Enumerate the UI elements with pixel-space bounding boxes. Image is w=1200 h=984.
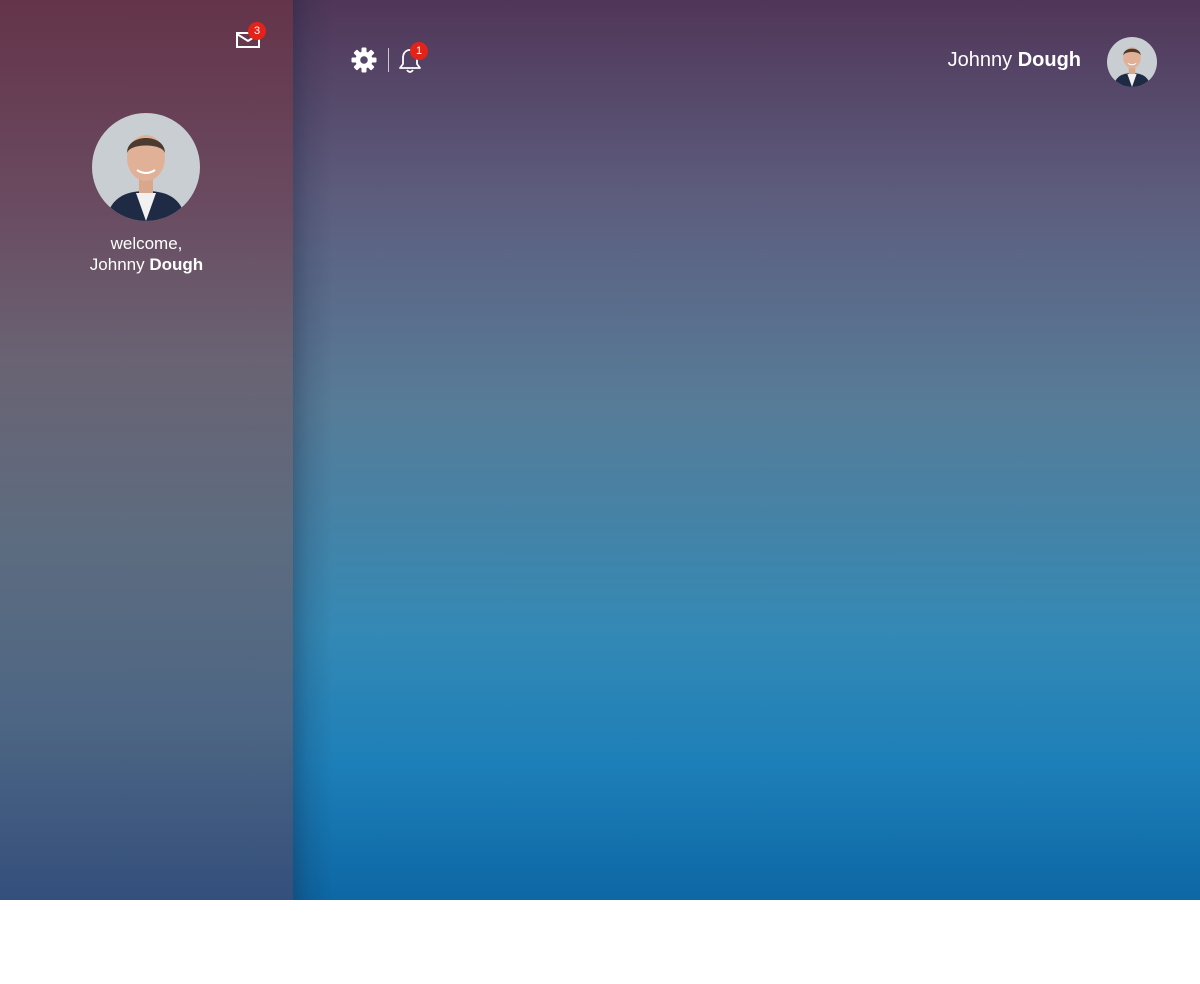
welcome-message: welcome, Johnny Dough	[0, 233, 293, 275]
sidebar: 3 welcome, Johnny Dough	[0, 0, 293, 900]
first-name: Johnny	[89, 255, 145, 274]
welcome-user-name: Johnny Dough	[0, 254, 293, 275]
mail-button[interactable]: 3	[235, 22, 266, 50]
gear-icon	[351, 47, 377, 73]
notifications-button[interactable]: 1	[398, 42, 428, 75]
user-avatar[interactable]	[1107, 37, 1157, 87]
topbar-divider	[388, 48, 389, 72]
last-name: Dough	[149, 255, 204, 274]
app-window: 3 welcome, Johnny Dough 1 Johnny Dough	[0, 0, 1200, 900]
avatar-photo	[92, 113, 200, 221]
first-name: Johnny	[947, 49, 1013, 71]
notification-badge: 1	[410, 42, 428, 60]
user-menu-name[interactable]: Johnny Dough	[948, 48, 1081, 72]
avatar-photo	[1107, 37, 1157, 87]
last-name: Dough	[1017, 49, 1081, 71]
mail-badge: 3	[248, 22, 266, 40]
settings-button[interactable]	[350, 46, 378, 74]
profile-avatar[interactable]	[92, 113, 200, 221]
welcome-label: welcome,	[110, 234, 183, 253]
sidebar-shadow	[293, 0, 333, 900]
